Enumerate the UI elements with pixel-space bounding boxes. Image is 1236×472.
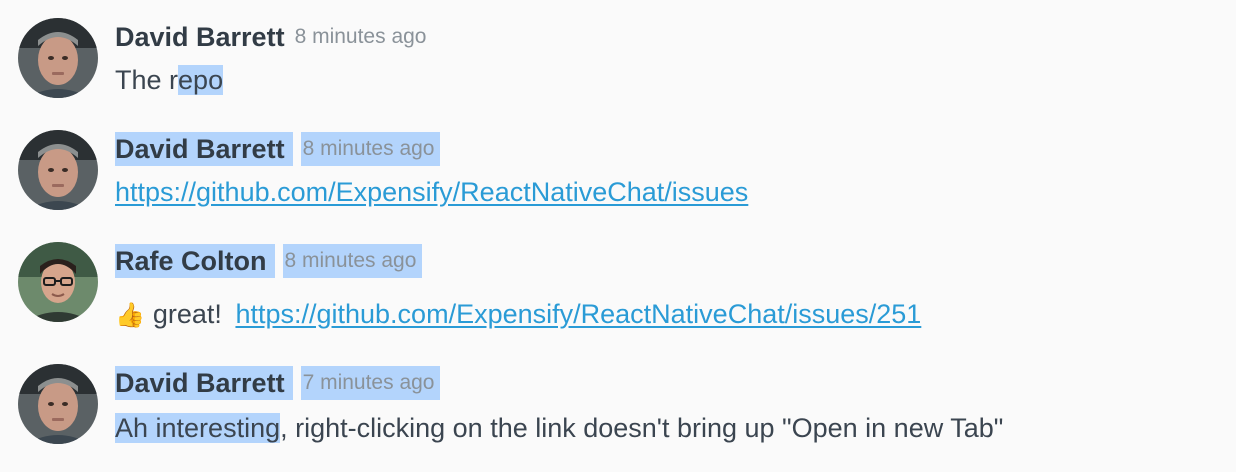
message-text-plain: , right-clicking on the link doesn't bri… [280,413,1004,443]
message-text-plain: The r [115,65,179,95]
avatar[interactable] [18,130,98,210]
message-header: David Barrett 8 minutes ago [115,20,432,54]
message-text: 👍 great! https://github.com/Expensify/Rea… [115,296,921,334]
avatar[interactable] [18,242,98,322]
message-text-plain: great! [152,299,222,329]
thumbs-up-icon: 👍 [115,302,145,329]
chat-history: David Barrett 8 minutes ago The repo Dav… [0,0,1236,472]
david-barrett-avatar-icon [18,364,98,444]
david-barrett-avatar-icon [18,130,98,210]
chat-message: David Barrett 7 minutes ago Ah interesti… [0,346,1236,446]
avatar[interactable] [18,364,98,444]
message-timestamp: 7 minutes ago [300,366,441,400]
message-text: The repo [115,62,224,98]
message-text: https://github.com/Expensify/ReactNative… [115,174,748,210]
message-timestamp: 8 minutes ago [282,244,423,278]
chat-message: David Barrett 8 minutes ago https://gith… [0,112,1236,212]
selected-text: Ah interesting [115,413,281,443]
author-name[interactable]: David Barrett [115,132,293,166]
avatar[interactable] [18,18,98,98]
chat-message: David Barrett 8 minutes ago The repo [0,0,1236,100]
message-header: Rafe Colton 8 minutes ago [115,244,423,278]
message-link[interactable]: https://github.com/Expensify/ReactNative… [235,299,921,329]
message-header: David Barrett 8 minutes ago [115,132,441,166]
message-text: Ah interesting, right-clicking on the li… [115,410,1003,446]
david-barrett-avatar-icon [18,18,98,98]
rafe-colton-avatar-icon [18,242,98,322]
author-name[interactable]: David Barrett [115,20,293,54]
message-header: David Barrett 7 minutes ago [115,366,441,400]
author-name[interactable]: Rafe Colton [115,244,275,278]
message-link[interactable]: https://github.com/Expensify/ReactNative… [115,177,748,207]
chat-message: Rafe Colton 8 minutes ago 👍 great! https:… [0,224,1236,329]
selected-text: epo [178,65,224,95]
message-timestamp: 8 minutes ago [300,132,441,166]
message-timestamp: 8 minutes ago [294,25,427,48]
author-name[interactable]: David Barrett [115,366,293,400]
